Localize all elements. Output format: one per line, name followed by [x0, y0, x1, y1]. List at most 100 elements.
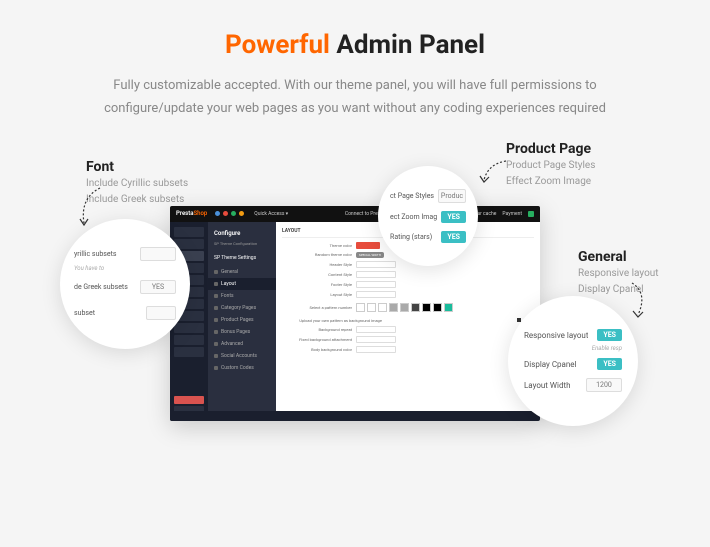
swatch[interactable] — [356, 303, 365, 312]
label-footer-style: Footer Style — [282, 282, 352, 287]
advanced-icon — [214, 342, 218, 346]
sidebar-item-fonts[interactable]: Fonts — [208, 290, 276, 302]
general-row1-hint: Enable resp — [524, 345, 622, 352]
body-bg-input[interactable] — [356, 346, 396, 353]
label-font-sub1: Include Cyrillic subsets — [86, 177, 188, 191]
layout-icon — [214, 282, 218, 286]
sidebar-item-social[interactable]: Social Accounts — [208, 350, 276, 362]
nav-item[interactable] — [174, 335, 204, 345]
page-description: Fully customizable accepted. With our th… — [75, 74, 635, 121]
callout-font: yrillic subsets You have to de Greek sub… — [60, 219, 190, 349]
label-font: Font Include Cyrillic subsets Include Gr… — [86, 159, 188, 207]
swatch[interactable] — [411, 303, 420, 312]
nav-item[interactable] — [174, 227, 204, 237]
theme-color-picker[interactable] — [356, 242, 380, 249]
admin-footer — [276, 411, 540, 421]
label-layout-style: Layout Style — [282, 292, 352, 297]
sidebar-item-category[interactable]: Category Pages — [208, 302, 276, 314]
configure-subtitle: SP Theme Configuration — [208, 241, 276, 250]
title-rest: Admin Panel — [330, 30, 485, 60]
bonus-icon — [214, 330, 218, 334]
sidebar-item-layout[interactable]: Layout — [208, 278, 276, 290]
general-row3: Layout Width — [524, 381, 570, 390]
topbar-link[interactable]: Payment — [502, 211, 522, 217]
general-row1: Responsive layout — [524, 331, 588, 340]
swatch[interactable] — [389, 303, 398, 312]
social-icon — [214, 354, 218, 358]
label-general: General Responsive layout Display Cpanel — [578, 249, 659, 297]
font-row2: de Greek subsets — [74, 283, 128, 291]
general-row3-input[interactable]: 1200 — [586, 378, 622, 392]
bg-attach-select[interactable] — [356, 336, 396, 343]
font-icon — [214, 294, 218, 298]
configure-title: Configure — [208, 228, 276, 241]
header-style-select[interactable] — [356, 261, 396, 268]
download-icon[interactable] — [528, 211, 534, 217]
label-general-sub1: Responsive layout — [578, 267, 659, 281]
category-icon — [214, 306, 218, 310]
brand-logo: PrestaShop — [176, 210, 207, 217]
font-row1: yrillic subsets — [74, 250, 117, 258]
page-title: Powerful Admin Panel — [50, 30, 660, 60]
label-upload: Upload your own pattern as background im… — [282, 318, 382, 323]
general-row2-toggle[interactable]: YES — [597, 358, 622, 370]
product-row1: ct Page Styles — [390, 192, 434, 200]
font-row3-input[interactable] — [146, 306, 176, 320]
label-content-style: Content Style — [282, 272, 352, 277]
code-icon — [214, 366, 218, 370]
product-row1-select[interactable]: Produc — [438, 189, 466, 203]
sidebar-item-custom[interactable]: Custom Codes — [208, 362, 276, 374]
swatch[interactable] — [433, 303, 442, 312]
callout-general: Responsive layout YES Enable resp Display… — [508, 296, 638, 426]
quick-access-menu[interactable]: Quick Access ▾ — [254, 211, 288, 217]
label-bg-attach: Fixed background attachment — [282, 337, 352, 342]
font-row3: subset — [74, 309, 95, 317]
layout-style-select[interactable] — [356, 291, 396, 298]
footer-style-select[interactable] — [356, 281, 396, 288]
swatch[interactable] — [400, 303, 409, 312]
label-header-style: Header Style — [282, 262, 352, 267]
label-product: Product Page Product Page Styles Effect … — [506, 141, 595, 189]
topbar-color-icons — [215, 211, 244, 216]
swatch[interactable] — [367, 303, 376, 312]
content-style-select[interactable] — [356, 271, 396, 278]
swatch[interactable] — [444, 303, 453, 312]
admin-topbar: PrestaShop Quick Access ▾ Connect to Pre… — [170, 206, 540, 222]
admin-sidebar: Configure SP Theme Configuration SP Them… — [208, 222, 276, 421]
label-product-sub1: Product Page Styles — [506, 159, 595, 173]
swatch[interactable] — [378, 303, 387, 312]
product-row2-toggle[interactable]: YES — [441, 211, 466, 223]
general-row1-toggle[interactable]: YES — [597, 329, 622, 341]
bg-repeat-select[interactable] — [356, 326, 396, 333]
showcase-canvas: Font Include Cyrillic subsets Include Gr… — [0, 141, 710, 481]
sidebar-item-product[interactable]: Product Pages — [208, 314, 276, 326]
gear-icon — [214, 270, 218, 274]
callout-product: ct Page StylesProduc ect Zoom ImageYES R… — [378, 166, 478, 266]
label-pattern: Select a pattern number — [282, 305, 352, 310]
font-row1-hint: You have to — [74, 265, 176, 272]
sidebar-item-bonus[interactable]: Bonus Pages — [208, 326, 276, 338]
random-theme-badge[interactable]: SPECIAL WIDTH — [356, 252, 384, 258]
sidebar-item-general[interactable]: General — [208, 266, 276, 278]
product-row3-toggle[interactable]: YES — [441, 231, 466, 243]
swatch[interactable] — [422, 303, 431, 312]
label-product-title: Product Page — [506, 141, 595, 157]
font-row2-toggle[interactable]: YES — [140, 280, 176, 294]
label-bg-repeat: Background repeat — [282, 327, 352, 332]
nav-item-alert[interactable] — [174, 396, 204, 404]
nav-item[interactable] — [174, 323, 204, 333]
label-body-bg: Body background color — [282, 347, 352, 352]
admin-screenshot: PrestaShop Quick Access ▾ Connect to Pre… — [170, 206, 540, 421]
label-theme-color: Theme color — [282, 243, 352, 248]
product-row2: ect Zoom Image — [390, 213, 437, 221]
label-product-sub2: Effect Zoom Image — [506, 175, 595, 189]
label-general-title: General — [578, 249, 659, 265]
label-font-title: Font — [86, 159, 188, 175]
label-general-sub2: Display Cpanel — [578, 283, 659, 297]
font-row1-input[interactable] — [140, 247, 176, 261]
sidebar-item-advanced[interactable]: Advanced — [208, 338, 276, 350]
nav-item[interactable] — [174, 347, 204, 357]
label-random-theme: Random theme color — [282, 252, 352, 257]
general-row2: Display Cpanel — [524, 360, 576, 369]
pattern-swatches — [356, 303, 453, 312]
